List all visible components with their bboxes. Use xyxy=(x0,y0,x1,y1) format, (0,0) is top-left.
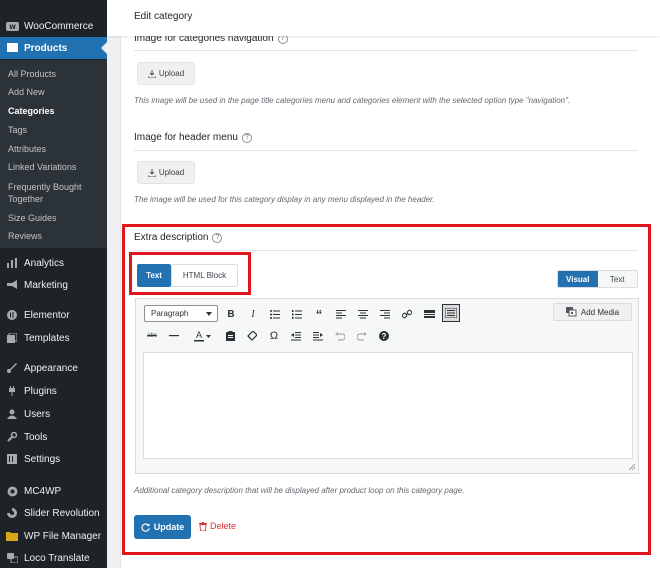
menu-analytics[interactable]: Analytics xyxy=(0,252,107,274)
marketing-icon xyxy=(0,280,24,290)
page-header: Edit category xyxy=(107,0,660,36)
add-media-button[interactable]: Add Media xyxy=(553,303,632,321)
tab-text[interactable]: Text xyxy=(137,264,171,287)
menu-tools[interactable]: Tools xyxy=(0,426,107,448)
toolbar-toggle-icon[interactable] xyxy=(442,304,460,322)
format-select[interactable]: Paragraph xyxy=(144,305,218,322)
wysiwyg-editor: Paragraph B I “ Add Media abc A Ω ? xyxy=(135,298,639,474)
menu-loco-translate[interactable]: Loco Translate xyxy=(0,547,107,568)
users-icon xyxy=(0,409,24,419)
header-image-label: Image for header menu ? xyxy=(134,132,252,143)
admin-sidebar: W WooCommerce Products All Products Add … xyxy=(0,0,107,568)
upload-icon xyxy=(147,69,156,78)
page-title: Edit category xyxy=(134,11,193,22)
menu-templates[interactable]: Templates xyxy=(0,327,107,349)
numbered-list-icon[interactable] xyxy=(289,306,305,322)
redo-icon[interactable] xyxy=(354,328,370,344)
menu-mc4wp[interactable]: MC4WP xyxy=(0,480,107,502)
help-icon[interactable]: ? xyxy=(212,232,223,243)
menu-woocommerce[interactable]: W WooCommerce xyxy=(0,15,107,37)
menu-marketing[interactable]: Marketing xyxy=(0,274,107,296)
woo-icon: W xyxy=(0,21,24,31)
products-icon xyxy=(0,43,24,53)
bold-icon[interactable]: B xyxy=(223,306,239,322)
mode-text[interactable]: Text xyxy=(598,271,638,287)
delete-link[interactable]: Delete xyxy=(199,521,236,531)
link-icon[interactable] xyxy=(399,306,415,322)
align-right-icon[interactable] xyxy=(377,306,393,322)
chevron-down-icon xyxy=(206,312,212,316)
submenu-all-products[interactable]: All Products xyxy=(8,68,103,80)
outdent-icon[interactable] xyxy=(288,328,304,344)
read-more-icon[interactable] xyxy=(421,306,437,322)
field-divider xyxy=(134,50,638,51)
help-icon[interactable]: ? xyxy=(241,132,252,143)
submenu-size-guides[interactable]: Size Guides xyxy=(8,212,103,224)
menu-users[interactable]: Users xyxy=(0,403,107,425)
menu-slider-revolution[interactable]: Slider Revolution xyxy=(0,502,107,524)
svg-text:?: ? xyxy=(382,332,387,341)
help-keyboard-icon[interactable]: ? xyxy=(376,328,392,344)
indent-icon[interactable] xyxy=(310,328,326,344)
strikethrough-icon[interactable]: abc xyxy=(144,328,160,344)
mode-visual[interactable]: Visual xyxy=(558,271,598,287)
field-divider xyxy=(134,250,638,251)
extra-description-label: Extra description ? xyxy=(134,232,223,243)
editor-mode-switch: Visual Text xyxy=(557,270,638,288)
trash-icon xyxy=(199,521,207,531)
menu-plugins[interactable]: Plugins xyxy=(0,380,107,402)
submenu-reviews[interactable]: Reviews xyxy=(8,230,103,242)
submenu-add-new[interactable]: Add New xyxy=(8,86,103,98)
undo-icon[interactable] xyxy=(332,328,348,344)
submenu-frequently-bought-together[interactable]: Frequently Bought Together xyxy=(8,181,103,205)
menu-settings[interactable]: Settings xyxy=(0,448,107,470)
header-image-upload-button[interactable]: Upload xyxy=(137,161,195,184)
align-left-icon[interactable] xyxy=(333,306,349,322)
editor-content-area[interactable] xyxy=(143,352,633,459)
appearance-icon xyxy=(0,363,24,373)
svg-text:W: W xyxy=(9,24,16,31)
tools-icon xyxy=(0,432,24,442)
submenu-tags[interactable]: Tags xyxy=(8,124,103,136)
nav-image-description: This image will be used in the page titl… xyxy=(134,96,571,105)
products-submenu: All Products Add New Categories Tags Att… xyxy=(0,60,107,248)
upload-icon xyxy=(147,168,156,177)
plugins-icon xyxy=(0,386,24,396)
italic-icon[interactable]: I xyxy=(245,306,261,322)
align-center-icon[interactable] xyxy=(355,306,371,322)
clear-formatting-icon[interactable] xyxy=(244,328,260,344)
analytics-icon xyxy=(0,258,24,268)
translate-icon xyxy=(0,553,24,563)
blockquote-icon[interactable]: “ xyxy=(311,306,327,322)
tab-html-block[interactable]: HTML Block xyxy=(171,264,238,287)
submenu-categories[interactable]: Categories xyxy=(8,105,103,117)
menu-products[interactable]: Products xyxy=(0,37,107,59)
menu-elementor[interactable]: Elementor xyxy=(0,304,107,326)
settings-icon xyxy=(0,454,24,464)
submenu-attributes[interactable]: Attributes xyxy=(8,143,103,155)
field-divider xyxy=(134,150,638,151)
menu-appearance[interactable]: Appearance xyxy=(0,357,107,379)
templates-icon xyxy=(0,333,24,343)
text-color-icon[interactable]: A xyxy=(188,328,216,344)
extra-description-help: Additional category description that wil… xyxy=(134,486,465,495)
update-button[interactable]: Update xyxy=(134,515,191,539)
nav-image-upload-button[interactable]: Upload xyxy=(137,62,195,85)
folder-icon xyxy=(0,531,24,541)
bullet-list-icon[interactable] xyxy=(267,306,283,322)
horizontal-line-icon[interactable] xyxy=(166,328,182,344)
resize-handle-icon[interactable] xyxy=(629,464,635,470)
slider-icon xyxy=(0,508,24,518)
elementor-icon xyxy=(0,310,24,320)
header-image-description: The image will be used for this category… xyxy=(134,195,435,204)
mc4wp-icon xyxy=(0,486,24,497)
media-icon xyxy=(565,307,577,317)
svg-text:A: A xyxy=(196,330,202,340)
paste-text-icon[interactable] xyxy=(222,328,238,344)
refresh-icon xyxy=(141,522,150,532)
submenu-linked-variations[interactable]: Linked Variations xyxy=(8,161,103,173)
menu-wp-file-manager[interactable]: WP File Manager xyxy=(0,525,107,547)
special-character-icon[interactable]: Ω xyxy=(266,328,282,344)
